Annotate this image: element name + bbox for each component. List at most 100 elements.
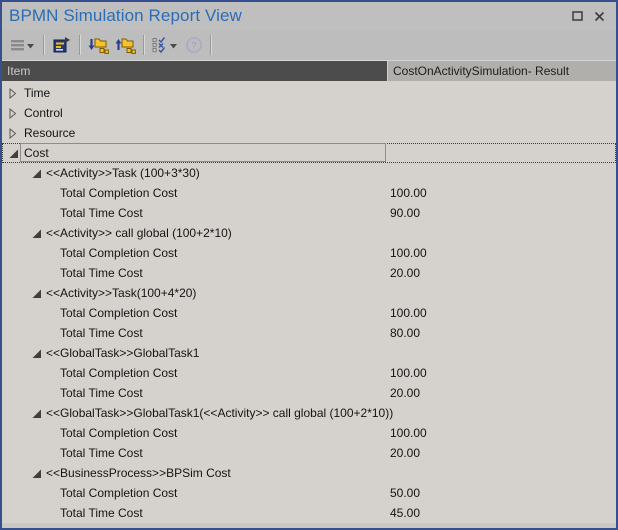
tree-row-label: Cost [24,143,49,163]
tree-row[interactable]: Cost [2,143,616,163]
expand-all-icon [88,36,109,54]
toolbar-separator [143,35,145,55]
result-value-cell: 100.00 [390,183,427,203]
tree-row-label: Time [24,83,50,103]
tree-row[interactable]: <<GlobalTask>>GlobalTask1(<<Activity>> c… [2,403,616,423]
help-button[interactable]: ? [182,33,206,57]
expand-all-button[interactable] [85,33,112,57]
tree-row[interactable]: <<Activity>>Task(100+4*20) [2,283,616,303]
bpmn-simulation-report-window: BPMN Simulation Report View [0,0,618,530]
tree-row[interactable]: Total Time Cost 45.00 [2,503,616,523]
result-value-cell: 20.00 [390,443,420,463]
result-value-cell: 100.00 [390,423,427,443]
tree-row-label: Total Time Cost [60,383,143,403]
expanded-triangle-icon [32,349,42,359]
expand-toggle[interactable] [9,148,19,162]
maximize-button[interactable] [566,5,588,27]
tree-row[interactable]: Total Time Cost 80.00 [2,323,616,343]
help-icon: ? [185,36,203,54]
tree-row[interactable]: Total Time Cost 20.00 [2,443,616,463]
tree-row-label: Resource [24,123,75,143]
tree-row[interactable]: Control [2,103,616,123]
menu-button[interactable] [7,33,39,57]
expanded-triangle-icon [32,469,42,479]
chevron-down-icon [27,44,34,49]
title-bar: BPMN Simulation Report View [2,2,616,30]
result-value-cell: 45.00 [390,503,420,523]
tree-row[interactable]: Total Completion Cost 100.00 [2,243,616,263]
close-icon [594,11,605,22]
tree-row-label: Total Time Cost [60,503,143,523]
tree-row[interactable]: Resource [2,123,616,143]
tree-row-label: Total Time Cost [60,263,143,283]
maximize-icon [572,11,583,21]
expand-toggle[interactable] [9,108,17,122]
tree-row-label: Total Completion Cost [60,183,177,203]
window-bottom-margin [2,523,616,529]
tree-rows: TimeControlResourceCost<<Activity>>Task … [2,81,616,523]
tree-row[interactable]: Total Completion Cost100.00 [2,303,616,323]
tree-row-label: Total Completion Cost [60,363,177,383]
tree-row[interactable]: Total Time Cost 20.00 [2,383,616,403]
expand-toggle[interactable] [32,168,42,182]
tree-row-label: <<Activity>> call global (100+2*10) [46,223,232,243]
toolbar-separator [210,35,212,55]
focused-cell-outline [20,143,386,162]
tree-row[interactable]: Total Completion Cost 100.00 [2,183,616,203]
result-value-cell: 100.00 [390,243,427,263]
tree-row[interactable]: <<GlobalTask>>GlobalTask1 [2,343,616,363]
toolbar-separator [43,35,45,55]
window-title: BPMN Simulation Report View [9,6,566,26]
hamburger-icon [10,38,26,52]
expand-toggle[interactable] [32,348,42,362]
tree-row[interactable]: Total Completion Cost 100.00 [2,363,616,383]
grid-header: Item CostOnActivitySimulation- Result [2,60,616,81]
generate-simulation-report-button[interactable] [49,33,75,57]
expand-toggle[interactable] [32,288,42,302]
close-button[interactable] [588,5,610,27]
tree-row-label: Total Time Cost [60,203,143,223]
tree-row[interactable]: Total Completion Cost 50.00 [2,483,616,503]
tree-row-label: Total Completion Cost [60,243,177,263]
tree-row-label: <<GlobalTask>>GlobalTask1(<<Activity>> c… [46,403,393,423]
expanded-triangle-icon [32,289,42,299]
result-value-cell: 80.00 [390,323,420,343]
expanded-triangle-icon [9,149,19,159]
tree-row[interactable]: <<Activity>>Task (100+3*30) [2,163,616,183]
tree-row-label: Total Time Cost [60,443,143,463]
result-value-cell: 100.00 [390,363,427,383]
tree-row-label: <<BusinessProcess>>BPSim Cost [46,463,231,483]
column-header-item[interactable]: Item [2,61,387,81]
expand-toggle[interactable] [32,228,42,242]
column-header-result[interactable]: CostOnActivitySimulation- Result [387,61,616,81]
expand-toggle[interactable] [32,408,42,422]
result-value-cell: 90.00 [390,203,420,223]
result-value-cell: 20.00 [390,383,420,403]
tree-row[interactable]: <<Activity>> call global (100+2*10) [2,223,616,243]
expand-toggle[interactable] [9,128,17,142]
tree-row-label: <<GlobalTask>>GlobalTask1 [46,343,199,363]
expanded-triangle-icon [32,229,42,239]
chevron-down-icon [170,44,177,49]
toolbar: ? [2,30,616,60]
tree-row-label: Total Completion Cost [60,483,177,503]
tree-row[interactable]: Total Time Cost20.00 [2,263,616,283]
tree-row[interactable]: <<BusinessProcess>>BPSim Cost [2,463,616,483]
result-options-button[interactable] [149,33,182,57]
tree-row[interactable]: Total Completion Cost100.00 [2,423,616,443]
collapse-all-button[interactable] [112,33,139,57]
result-value-cell: 100.00 [390,303,427,323]
result-value-cell: 50.00 [390,483,420,503]
expanded-triangle-icon [32,169,42,179]
checklist-icon [152,37,169,53]
tree-row-label: <<Activity>>Task (100+3*30) [46,163,200,183]
expand-toggle[interactable] [32,468,42,482]
expand-toggle[interactable] [9,88,17,102]
tree-row[interactable]: Time [2,83,616,103]
toolbar-separator [79,35,81,55]
collapsed-triangle-icon [9,88,17,99]
simulation-report-icon [52,36,72,54]
tree-row-label: Total Time Cost [60,323,143,343]
expanded-triangle-icon [32,409,42,419]
tree-row[interactable]: Total Time Cost 90.00 [2,203,616,223]
